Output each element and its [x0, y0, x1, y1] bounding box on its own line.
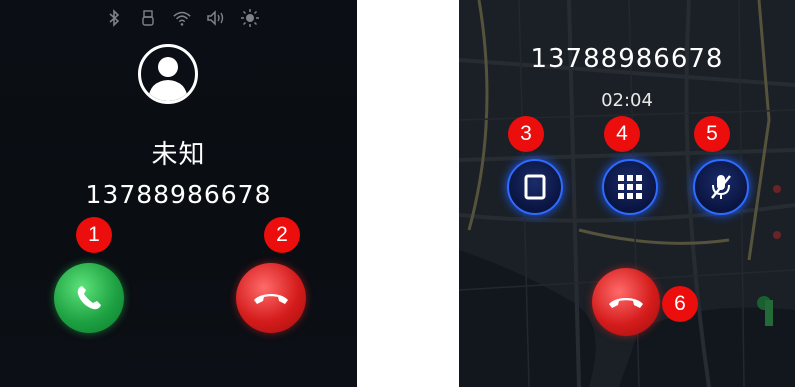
mute-mic-icon: [711, 175, 731, 199]
handset-icon: [524, 174, 546, 200]
answer-call-button[interactable]: [54, 263, 124, 333]
badge-2: 2: [264, 217, 300, 253]
badge-4: 4: [604, 116, 640, 152]
badge-3: 3: [508, 116, 544, 152]
dialpad-button[interactable]: [602, 159, 658, 215]
active-call-screen: 13788986678 02:04 3 4 5 6: [459, 0, 795, 387]
call-timer: 02:04: [601, 90, 653, 111]
hang-up-icon: [609, 298, 643, 308]
status-bar: [104, 8, 260, 28]
mute-button[interactable]: [693, 159, 749, 215]
bluetooth-icon: [104, 8, 124, 28]
decline-call-button[interactable]: [236, 263, 306, 333]
brightness-icon: [240, 8, 260, 28]
caller-number: 13788986678: [85, 180, 272, 209]
volume-icon: [206, 8, 226, 28]
hang-up-icon: [254, 294, 288, 304]
badge-6: 6: [662, 286, 698, 322]
caller-name: 未知: [151, 140, 206, 170]
active-caller-number: 13788986678: [530, 44, 724, 74]
phone-icon: [77, 286, 101, 310]
incoming-call-screen: 未知 13788986678 1 2: [0, 0, 357, 387]
end-call-button[interactable]: [592, 268, 660, 336]
dialpad-icon: [618, 175, 642, 199]
person-icon: [148, 57, 188, 101]
switch-to-handset-button[interactable]: [507, 159, 563, 215]
badge-5: 5: [694, 116, 730, 152]
wifi-icon: [172, 8, 192, 28]
badge-1: 1: [76, 217, 112, 253]
caller-avatar: [138, 44, 198, 104]
usb-icon: [138, 8, 158, 28]
